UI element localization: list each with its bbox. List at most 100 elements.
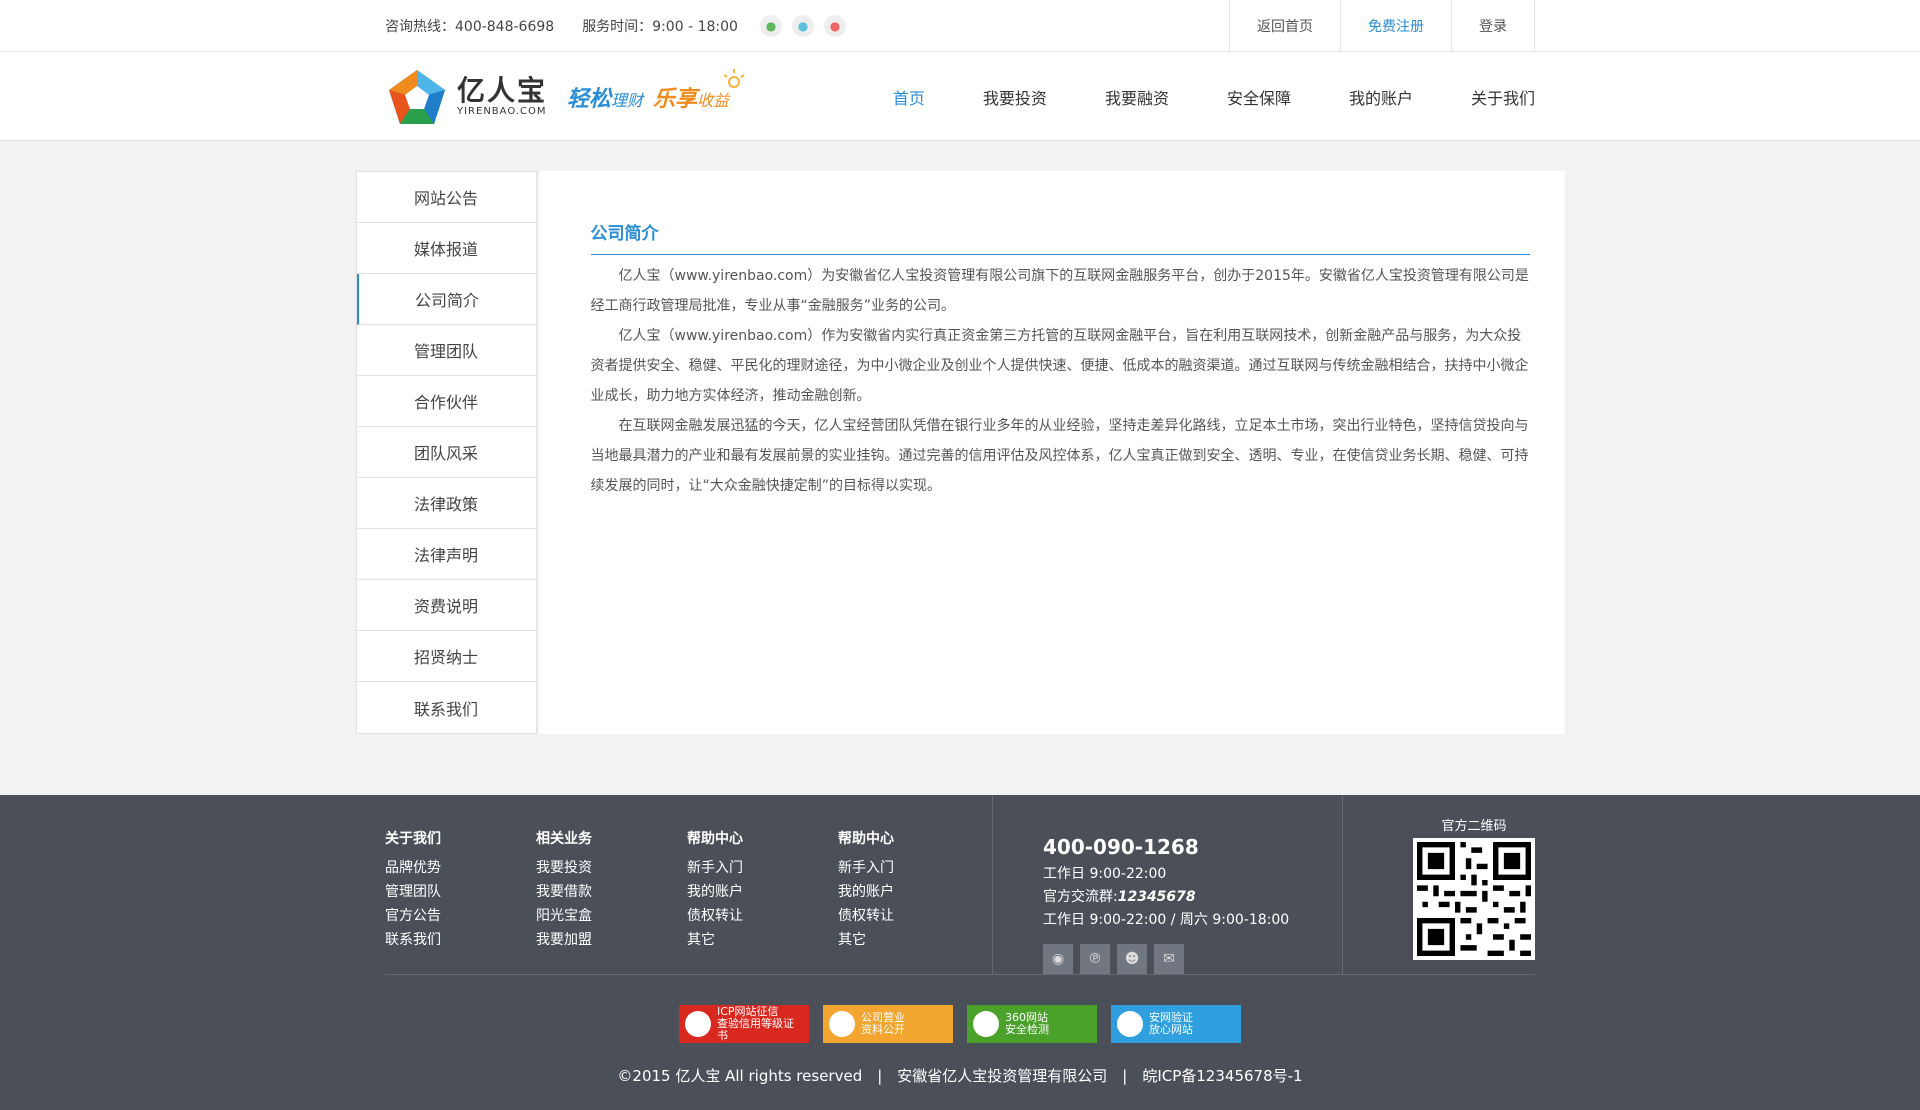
footer-qr: 官方二维码 xyxy=(1343,795,1535,974)
contact-info: 咨询热线：400-848-6698 服务时间：9:00 - 18:00 ● ● … xyxy=(385,14,846,37)
footer-link[interactable]: 其它 xyxy=(687,928,838,952)
slogan-part-4: 收益 xyxy=(697,90,730,110)
footer-link[interactable]: 其它 xyxy=(838,928,989,952)
sun-icon xyxy=(723,68,745,88)
footer: 关于我们 品牌优势 管理团队 官方公告 联系我们 相关业务 我要投资 我要借款 … xyxy=(0,795,1920,1110)
login-link[interactable]: 登录 xyxy=(1452,0,1535,51)
footer-link[interactable]: 阳光宝盒 xyxy=(536,904,687,928)
badge-line: 安全检测 xyxy=(1005,1023,1049,1036)
sidebar-item-legal-policy[interactable]: 法律政策 xyxy=(356,478,536,529)
sidebar-item-media[interactable]: 媒体报道 xyxy=(356,223,536,274)
service-time-text: 服务时间：9:00 - 18:00 xyxy=(582,18,738,35)
main-area: 网站公告 媒体报道 公司简介 管理团队 合作伙伴 团队风采 法律政策 法律声明 … xyxy=(355,171,1565,734)
footer-link[interactable]: 我的账户 xyxy=(838,880,989,904)
badge-icp[interactable]: ICP网站征信 查验信用等级证书 xyxy=(679,1005,809,1043)
logo[interactable]: 亿人宝 YIRENBAO.COM xyxy=(387,68,547,126)
footer-link[interactable]: 债权转让 xyxy=(687,904,838,928)
nav-security[interactable]: 安全保障 xyxy=(1227,85,1291,109)
magnifier-icon xyxy=(973,1011,999,1037)
mail-icon[interactable]: ✉ xyxy=(1154,944,1184,974)
main-nav: 首页 我要投资 我要融资 安全保障 我的账户 关于我们 xyxy=(835,85,1535,109)
register-link[interactable]: 免费注册 xyxy=(1341,0,1452,51)
header: 亿人宝 YIRENBAO.COM 轻松理财 乐享收益 首页 我要投资 我要融资 安… xyxy=(0,52,1920,141)
top-bar: 咨询热线：400-848-6698 服务时间：9:00 - 18:00 ● ● … xyxy=(0,0,1920,52)
footer-link[interactable]: 新手入门 xyxy=(838,856,989,880)
pinterest-icon[interactable]: ℗ xyxy=(1080,944,1110,974)
badge-verified-site[interactable]: 安网验证 放心网站 xyxy=(1111,1005,1241,1043)
nav-home[interactable]: 首页 xyxy=(893,85,925,109)
sidebar-item-company-profile[interactable]: 公司简介 xyxy=(356,274,536,325)
sidebar-item-management[interactable]: 管理团队 xyxy=(356,325,536,376)
user-group-icon[interactable]: ☻ xyxy=(1117,944,1147,974)
group-label: 官方交流群: xyxy=(1043,889,1118,905)
certificate-icon xyxy=(685,1011,711,1037)
trust-badges: ICP网站征信 查验信用等级证书 公司营业 资料公开 360网站 安全检测 安网验证放… xyxy=(0,1005,1920,1043)
sidebar-item-partners[interactable]: 合作伙伴 xyxy=(356,376,536,427)
sidebar-item-fees[interactable]: 资费说明 xyxy=(356,580,536,631)
group-number: 12345678 xyxy=(1117,889,1196,905)
top-social-links: ● ● ● xyxy=(759,14,846,37)
shield-icon xyxy=(1117,1011,1143,1037)
footer-link[interactable]: 新手入门 xyxy=(687,856,838,880)
footer-link[interactable]: 我要投资 xyxy=(536,856,687,880)
sidebar-item-careers[interactable]: 招贤纳士 xyxy=(356,631,536,682)
footer-workday: 工作日 9:00-22:00 xyxy=(1043,866,1167,882)
footer-link[interactable]: 管理团队 xyxy=(385,880,536,904)
footer-link[interactable]: 我要加盟 xyxy=(536,928,687,952)
home-link[interactable]: 返回首页 xyxy=(1230,0,1341,51)
footer-link[interactable]: 联系我们 xyxy=(385,928,536,952)
badge-360-security[interactable]: 360网站 安全检测 xyxy=(967,1005,1097,1043)
qr-code-icon xyxy=(1417,842,1531,956)
weibo-icon[interactable]: ● xyxy=(823,14,846,37)
footer-column-title: 关于我们 xyxy=(385,831,441,847)
slogan-part-1: 轻松 xyxy=(567,86,612,112)
qr-label: 官方二维码 xyxy=(1441,819,1507,834)
seal-icon xyxy=(829,1011,855,1037)
footer-column-title: 帮助中心 xyxy=(687,831,743,847)
footer-group: 官方交流群:12345678 xyxy=(1043,886,1342,909)
sidebar: 网站公告 媒体报道 公司简介 管理团队 合作伙伴 团队风采 法律政策 法律声明 … xyxy=(355,171,537,734)
wechat-icon[interactable]: ● xyxy=(759,14,782,37)
sidebar-item-announcements[interactable]: 网站公告 xyxy=(356,172,536,223)
copyright: ©2015 亿人宝 All rights reserved | 安徽省亿人宝投资… xyxy=(617,1067,1303,1085)
footer-social-links: ◉ ℗ ☻ ✉ xyxy=(1043,944,1342,974)
footer-link[interactable]: 我的账户 xyxy=(687,880,838,904)
footer-link[interactable]: 品牌优势 xyxy=(385,856,536,880)
slogan: 轻松理财 乐享收益 xyxy=(567,68,745,113)
badge-line: 资料公开 xyxy=(861,1023,905,1036)
logo-domain: YIRENBAO.COM xyxy=(457,106,547,117)
top-links: 返回首页 免费注册 登录 xyxy=(1229,0,1535,51)
sidebar-item-contact[interactable]: 联系我们 xyxy=(357,682,536,733)
footer-column-title: 帮助中心 xyxy=(838,831,894,847)
footer-hours: 工作日 9:00-22:00 / 周六 9:00-18:00 xyxy=(1043,912,1290,928)
footer-link[interactable]: 官方公告 xyxy=(385,904,536,928)
content-paragraph: 亿人宝（www.yirenbao.com）为安徽省亿人宝投资管理有限公司旗下的互… xyxy=(590,268,1529,314)
footer-contact: 400-090-1268 工作日 9:00-22:00 官方交流群:123456… xyxy=(993,795,1343,974)
qq-icon[interactable]: ● xyxy=(791,14,814,37)
footer-column: 相关业务 我要投资 我要借款 阳光宝盒 我要加盟 xyxy=(536,828,687,974)
badge-line: 查验信用等级证书 xyxy=(717,1017,794,1042)
badge-line: 放心网站 xyxy=(1149,1023,1193,1036)
sidebar-item-team-style[interactable]: 团队风采 xyxy=(356,427,536,478)
logo-icon xyxy=(389,69,445,124)
nav-account[interactable]: 我的账户 xyxy=(1349,85,1413,109)
nav-about[interactable]: 关于我们 xyxy=(1471,85,1535,109)
slogan-part-2: 理财 xyxy=(611,90,644,110)
hotline-text: 咨询热线：400-848-6698 xyxy=(385,18,555,35)
footer-link-columns: 关于我们 品牌优势 管理团队 官方公告 联系我们 相关业务 我要投资 我要借款 … xyxy=(385,795,993,974)
logo-name: 亿人宝 xyxy=(457,74,548,107)
page-title: 公司简介 xyxy=(590,219,1530,255)
badge-business-info[interactable]: 公司营业 资料公开 xyxy=(823,1005,953,1043)
content-paragraph: 亿人宝（www.yirenbao.com）作为安徽省内实行真正资金第三方托管的互… xyxy=(590,328,1529,404)
content-paragraph: 在互联网金融发展迅猛的今天，亿人宝经营团队凭借在银行业多年的从业经验，坚持走差异… xyxy=(590,418,1529,494)
sidebar-item-legal-statement[interactable]: 法律声明 xyxy=(356,529,536,580)
footer-column: 关于我们 品牌优势 管理团队 官方公告 联系我们 xyxy=(385,828,536,974)
footer-phone: 400-090-1268 xyxy=(1043,835,1199,859)
nav-financing[interactable]: 我要融资 xyxy=(1105,85,1169,109)
weibo-icon[interactable]: ◉ xyxy=(1043,944,1073,974)
footer-link[interactable]: 我要借款 xyxy=(536,880,687,904)
slogan-part-3: 乐享 xyxy=(653,86,698,112)
nav-invest[interactable]: 我要投资 xyxy=(983,85,1047,109)
footer-link[interactable]: 债权转让 xyxy=(838,904,989,928)
qr-code xyxy=(1413,838,1535,960)
